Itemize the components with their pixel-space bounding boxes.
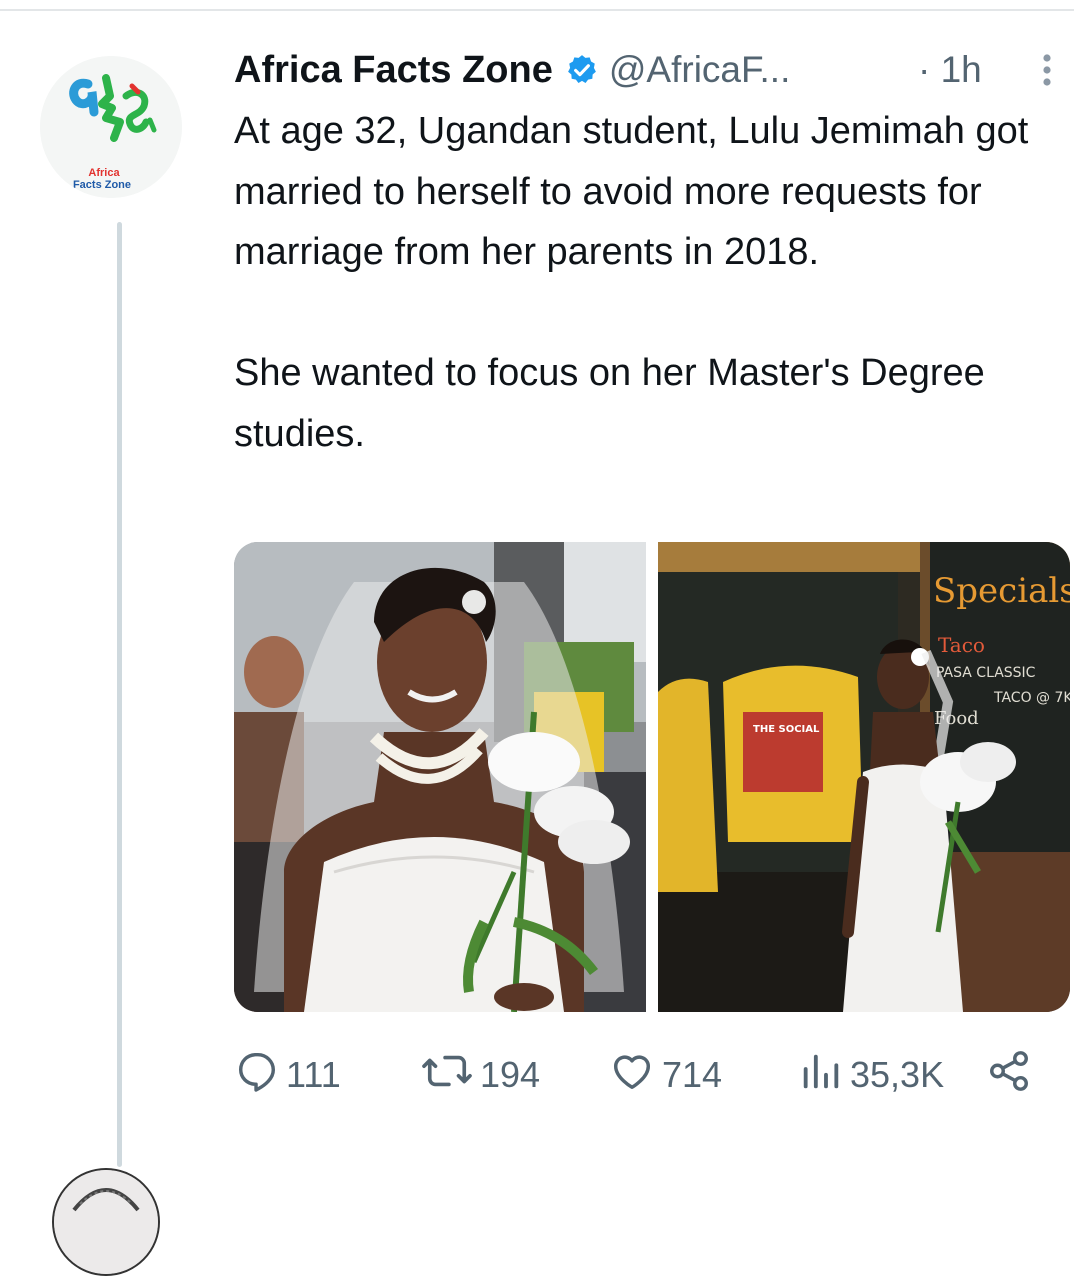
avatar-label-line2: Facts Zone: [73, 179, 131, 191]
thread-line: [117, 222, 122, 1167]
author-avatar[interactable]: Africa Facts Zone: [40, 56, 182, 198]
sign-specials: Specials: [933, 571, 1070, 611]
share-icon: [986, 1048, 1038, 1103]
poster-text: THE SOCIAL: [753, 724, 820, 735]
avatar-label-line1: Africa: [88, 167, 120, 179]
heart-icon: [608, 1048, 662, 1103]
photo-bride-restaurant[interactable]: Specials Taco PASA CLASSIC TACO @ 7K Foo…: [658, 542, 1070, 1012]
views-count: 35,3K: [850, 1054, 945, 1095]
sign-menu-line3: TACO @ 7K: [993, 690, 1070, 706]
reply-icon: [234, 1048, 286, 1103]
more-options-icon[interactable]: [1037, 50, 1057, 90]
retweet-icon: [420, 1048, 480, 1103]
tweet-text: At age 32, Ugandan student, Lulu Jemimah…: [234, 110, 1029, 455]
like-count: 714: [662, 1054, 723, 1095]
author-handle[interactable]: @AfricaF...: [609, 49, 790, 91]
share-button[interactable]: [986, 1040, 1038, 1110]
views-button[interactable]: 35,3K: [798, 1040, 944, 1110]
views-chart-icon: [798, 1048, 850, 1103]
top-divider: [0, 9, 1074, 11]
retweet-button[interactable]: 194: [420, 1040, 540, 1110]
reply-button[interactable]: 111: [234, 1040, 341, 1110]
tweet-actions: 111 194 714 35,3K: [234, 1040, 1064, 1110]
reply-count: 111: [286, 1054, 341, 1095]
tweet-time[interactable]: · 1h: [918, 44, 982, 96]
retweet-count: 194: [480, 1054, 541, 1095]
tweet-media[interactable]: Specials Taco PASA CLASSIC TACO @ 7K Foo…: [234, 542, 1070, 1012]
africa-facts-zone-logo: Africa Facts Zone: [40, 56, 182, 198]
tweet-header: Africa Facts Zone @AfricaF...: [234, 44, 790, 96]
sign-menu-line2: PASA CLASSIC: [936, 665, 1036, 681]
author-name[interactable]: Africa Facts Zone: [234, 49, 553, 92]
like-button[interactable]: 714: [608, 1040, 722, 1110]
sign-menu-line1: Taco: [938, 633, 985, 657]
photo-bride-closeup[interactable]: [234, 542, 646, 1012]
next-reply-avatar[interactable]: [52, 1168, 160, 1276]
verified-badge-icon: [565, 53, 599, 87]
